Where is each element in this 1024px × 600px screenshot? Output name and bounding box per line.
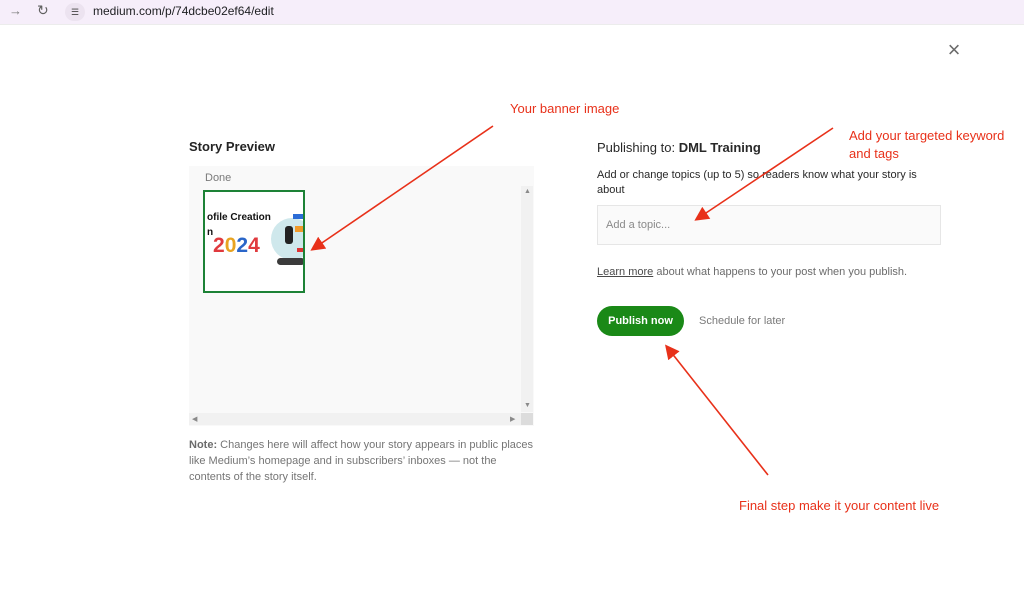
topic-input[interactable] bbox=[597, 205, 941, 245]
annotation-keyword-tags: Add your targeted keyword and tags bbox=[849, 128, 1005, 161]
schedule-for-later-link[interactable]: Schedule for later bbox=[699, 315, 785, 327]
close-icon[interactable]: × bbox=[944, 39, 964, 61]
scroll-down-arrow-icon[interactable]: ▼ bbox=[524, 402, 531, 409]
learn-more-line: Learn more about what happens to your po… bbox=[597, 266, 907, 278]
story-preview-title: Story Preview bbox=[189, 139, 275, 154]
scroll-up-arrow-icon[interactable]: ▲ bbox=[524, 188, 531, 195]
url-text[interactable]: medium.com/p/74dcbe02ef64/edit bbox=[93, 4, 274, 18]
thumbnail-headline-line1: ofile Creation bbox=[207, 212, 271, 223]
site-info-icon[interactable]: ☰ bbox=[65, 3, 85, 21]
done-button[interactable]: Done bbox=[205, 172, 231, 184]
year-digit: 0 bbox=[224, 234, 237, 257]
learn-more-text: about what happens to your post when you… bbox=[656, 266, 908, 278]
thumbnail-tag-graphic bbox=[295, 226, 303, 232]
scroll-left-arrow-icon[interactable]: ◀ bbox=[192, 415, 197, 423]
scroll-right-arrow-icon[interactable]: ▶ bbox=[510, 415, 515, 423]
publishing-to: Publishing to: DML Training bbox=[597, 140, 761, 155]
publishing-to-label: Publishing to: bbox=[597, 140, 676, 155]
note-label: Note: bbox=[189, 439, 218, 451]
horizontal-scrollbar[interactable] bbox=[189, 413, 521, 425]
reload-icon[interactable]: ↻ bbox=[37, 2, 49, 19]
annotation-banner-image: Your banner image bbox=[510, 101, 620, 116]
vertical-scrollbar[interactable] bbox=[521, 186, 533, 412]
thumbnail-tag-graphic bbox=[293, 214, 303, 219]
preview-note: Note: Changes here will affect how your … bbox=[189, 437, 539, 485]
thumbnail-person-graphic bbox=[285, 226, 293, 244]
year-digit: 2 bbox=[236, 234, 249, 257]
forward-icon[interactable]: → bbox=[9, 3, 22, 18]
annotation-final-step: Final step make it your content live bbox=[739, 498, 940, 513]
chrome-divider bbox=[0, 24, 1024, 25]
year-digit: 2 bbox=[213, 234, 225, 257]
banner-image-thumbnail[interactable]: ofile Creation n 2024 bbox=[203, 190, 305, 293]
arrow-to-publish-button bbox=[665, 344, 769, 476]
scrollbar-corner bbox=[521, 413, 533, 425]
note-text: Changes here will affect how your story … bbox=[189, 439, 534, 483]
thumbnail-tag-graphic bbox=[297, 248, 303, 252]
thumbnail-platform-graphic bbox=[277, 258, 303, 265]
year-digit: 4 bbox=[248, 234, 260, 257]
learn-more-link[interactable]: Learn more bbox=[597, 266, 653, 278]
publication-name: DML Training bbox=[678, 140, 761, 155]
publish-now-button[interactable]: Publish now bbox=[597, 306, 684, 336]
thumbnail-year: 2024 bbox=[213, 234, 260, 258]
topics-description: Add or change topics (up to 5) so reader… bbox=[597, 169, 917, 196]
